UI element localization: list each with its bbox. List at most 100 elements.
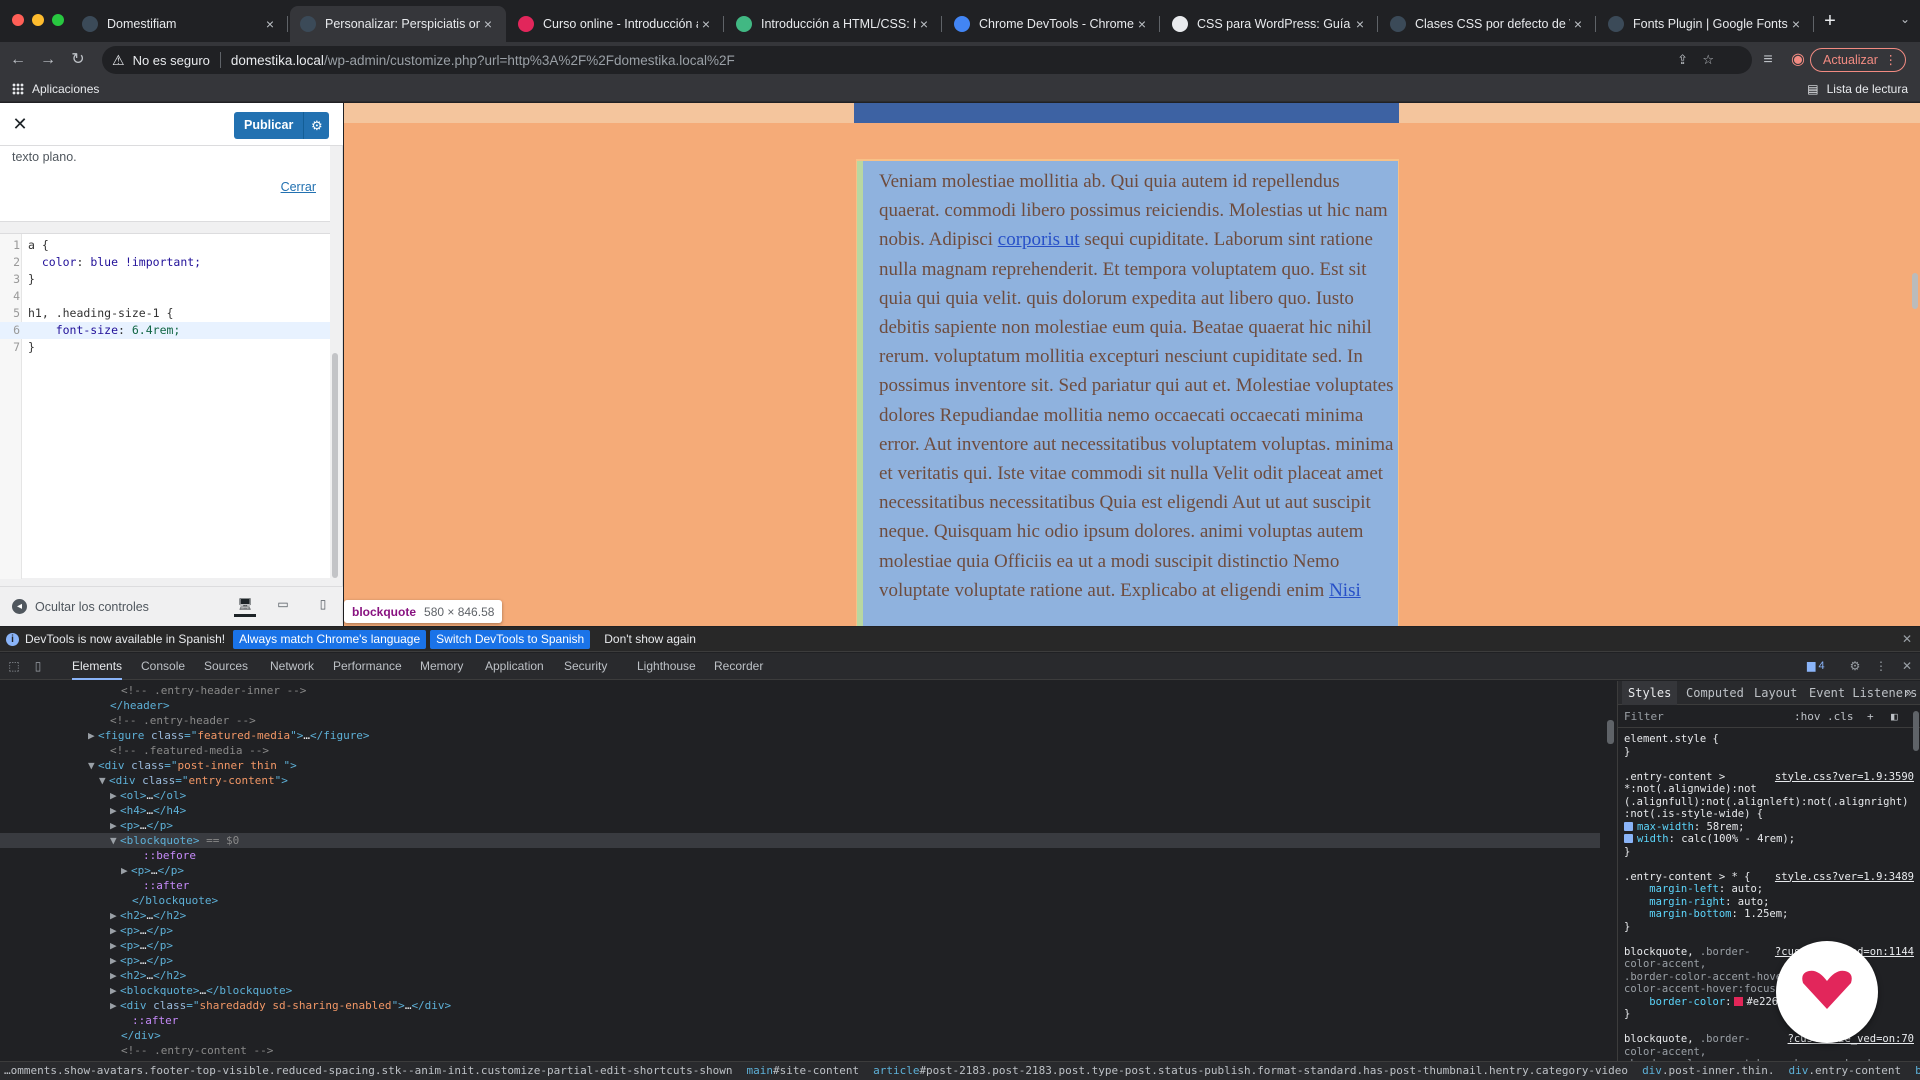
expand-triangle-icon[interactable]: ▶ — [110, 788, 120, 803]
breadcrumb-item[interactable]: article#post-2183.post-2183.post.type-po… — [873, 1064, 1628, 1077]
styles-tab-computed[interactable]: Computed — [1686, 681, 1744, 705]
blockquote-link-2[interactable]: Nisi — [1329, 580, 1361, 601]
devtools-tab-console[interactable]: Console — [141, 653, 185, 680]
security-status[interactable]: No es seguro — [133, 53, 210, 68]
apps-bookmark[interactable]: Aplicaciones — [12, 82, 99, 96]
dom-tree-scrollbar[interactable] — [1607, 720, 1614, 744]
hover-state-toggle[interactable]: :hov — [1794, 710, 1821, 723]
code-line[interactable]: 6 font-size: 6.4rem; — [0, 322, 330, 339]
browser-tab[interactable]: Introducción a HTML/CSS: ha × — [726, 6, 942, 42]
browser-tab[interactable]: Domestifiam × — [72, 6, 288, 42]
dom-node[interactable]: ::before — [0, 848, 1600, 863]
kebab-menu-icon[interactable]: ⋮ — [1885, 49, 1898, 71]
reading-queue-icon[interactable]: ≡ — [1758, 50, 1778, 70]
dom-node[interactable]: </header> — [0, 698, 1600, 713]
tab-close-icon[interactable]: × — [1134, 16, 1150, 32]
dom-node[interactable]: ▶ <h4>…</h4> — [0, 803, 1600, 818]
more-options-icon[interactable]: ⋮ — [1873, 659, 1889, 673]
expand-triangle-icon[interactable]: ▶ — [88, 728, 98, 743]
dom-node[interactable]: </div> — [0, 1028, 1600, 1043]
devtools-tab-recorder[interactable]: Recorder — [714, 653, 763, 680]
back-arrow-icon[interactable]: ← — [8, 50, 28, 70]
desktop-preview-icon[interactable]: 🖥 — [234, 597, 256, 617]
browser-tab[interactable]: CSS para WordPress: Guía pa × — [1162, 6, 1378, 42]
breadcrumb-item[interactable]: …omments.show-avatars.footer-top-visible… — [4, 1064, 732, 1077]
dom-node[interactable]: ▶ <p>…</p> — [0, 938, 1600, 953]
blockquote-link-1[interactable]: corporis ut — [998, 229, 1080, 250]
dom-node[interactable]: ▶ <p>…</p> — [0, 818, 1600, 833]
toggle-sidebar-icon[interactable]: ◧ — [1891, 710, 1898, 723]
dom-node[interactable]: ▶ <h2>…</h2> — [0, 908, 1600, 923]
expand-triangle-icon[interactable]: ▶ — [110, 908, 120, 923]
publish-settings-gear-icon[interactable]: ⚙ — [303, 112, 330, 139]
breadcrumb-item[interactable]: blockquote — [1915, 1064, 1920, 1077]
style-rule-line[interactable]: margin-right: auto; — [1624, 896, 1914, 909]
dom-node[interactable]: ▼ <div class="entry-content"> — [0, 773, 1600, 788]
tab-close-icon[interactable]: × — [1788, 16, 1804, 32]
share-icon[interactable]: ⇪ — [1677, 52, 1688, 68]
devtools-tab-elements[interactable]: Elements — [72, 653, 123, 680]
style-rule-line[interactable]: } — [1624, 846, 1914, 859]
browser-tab[interactable]: Clases CSS por defecto de W × — [1380, 6, 1596, 42]
hide-controls-button[interactable]: ◂ Ocultar los controles — [12, 599, 149, 614]
styles-scrollbar[interactable] — [1913, 711, 1919, 751]
issues-counter[interactable]: ▆ 4 — [1803, 658, 1829, 675]
styles-tab-event-listeners[interactable]: Event Listeners — [1809, 681, 1917, 705]
customizer-scrollbar[interactable] — [332, 353, 338, 578]
tablet-preview-icon[interactable]: ▭ — [272, 597, 294, 617]
css-code-editor[interactable]: 1a {2 color: blue !important; 3} 4 5 h1, .he… — [0, 233, 330, 579]
expand-triangle-icon[interactable]: ▼ — [99, 773, 109, 788]
devtools-tab-performance[interactable]: Performance — [333, 653, 402, 680]
dom-node[interactable]: ▶ <blockquote>…</blockquote> — [0, 983, 1600, 998]
devtools-tab-lighthouse[interactable]: Lighthouse — [637, 653, 696, 680]
dom-node[interactable]: ▼ <div class="post-inner thin "> — [0, 758, 1600, 773]
devtools-tab-memory[interactable]: Memory — [420, 653, 463, 680]
tab-close-icon[interactable]: × — [262, 16, 278, 32]
expand-triangle-icon[interactable]: ▼ — [110, 833, 120, 848]
devtools-tab-sources[interactable]: Sources — [204, 653, 248, 680]
switch-language-button[interactable]: Switch DevTools to Spanish — [430, 629, 591, 649]
dom-node[interactable]: <!-- .entry-header --> — [0, 713, 1600, 728]
expand-triangle-icon[interactable]: ▶ — [110, 983, 120, 998]
dom-node[interactable]: ▶ <figure class="featured-media">…</figur… — [0, 728, 1600, 743]
dom-tree[interactable]: <!-- .entry-header-inner --> </header> <!-… — [0, 681, 1608, 1061]
code-line[interactable]: 5 h1, .heading-size-1 { — [0, 305, 330, 322]
expand-triangle-icon[interactable]: ▶ — [110, 998, 120, 1013]
tab-close-icon[interactable]: × — [698, 16, 714, 32]
style-rule-line[interactable]: *:not(.alignwide):not — [1624, 783, 1914, 796]
style-rule-line[interactable]: .entry-content > * {style.css?ver=1.9:34… — [1624, 871, 1914, 884]
dom-node[interactable]: <!-- .entry-content --> — [0, 1043, 1600, 1058]
tab-close-icon[interactable]: × — [480, 16, 496, 32]
new-tab-button[interactable]: + — [1820, 10, 1840, 33]
browser-tab[interactable]: Chrome DevTools - Chrome D × — [944, 6, 1160, 42]
preview-scrollbar[interactable] — [1912, 273, 1918, 309]
styles-tab-styles[interactable]: Styles — [1622, 681, 1678, 705]
dom-node[interactable]: ▶ <p>…</p> — [0, 863, 1600, 878]
dom-node[interactable]: ::after — [0, 1013, 1600, 1028]
minimize-window-button[interactable] — [32, 14, 44, 26]
tab-close-icon[interactable]: × — [916, 16, 932, 32]
code-line[interactable]: 4 — [0, 288, 330, 305]
breadcrumb-item[interactable]: div.post-inner.thin. — [1642, 1064, 1774, 1077]
close-infobar-icon[interactable]: ✕ — [1902, 632, 1912, 646]
expand-triangle-icon[interactable]: ▶ — [110, 923, 120, 938]
style-rule-line[interactable]: } — [1624, 746, 1914, 759]
browser-tab[interactable]: Curso online - Introducción a × — [508, 6, 724, 42]
mobile-preview-icon[interactable]: ▯ — [312, 597, 334, 617]
tab-close-icon[interactable]: × — [1570, 16, 1586, 32]
profile-avatar-icon[interactable]: ◉ — [1788, 50, 1808, 70]
style-rule-line[interactable]: .entry-content > style.css?ver=1.9:3590 — [1624, 771, 1914, 784]
close-icon[interactable]: ✕ — [10, 114, 30, 134]
breadcrumb-item[interactable]: div.entry-content — [1789, 1064, 1902, 1077]
new-style-rule-icon[interactable]: + — [1867, 710, 1874, 723]
dom-node[interactable]: ▶ <div class="sharedaddy sd-sharing-enabl… — [0, 998, 1600, 1013]
dont-show-again-button[interactable]: Don't show again — [598, 630, 702, 649]
style-rule-line[interactable]: (.alignfull):not(.alignleft):not(.alignr… — [1624, 796, 1914, 809]
expand-triangle-icon[interactable]: ▶ — [110, 803, 120, 818]
style-rule-line[interactable]: margin-bottom: 1.25em; — [1624, 908, 1914, 921]
dom-node-selected[interactable]: ▼ <blockquote> == $0 — [0, 833, 1600, 848]
expand-triangle-icon[interactable]: ▶ — [110, 968, 120, 983]
dom-node[interactable]: ▶ <p>…</p> — [0, 923, 1600, 938]
tab-search-icon[interactable]: ⌄ — [1900, 12, 1910, 26]
class-toggle[interactable]: .cls — [1827, 710, 1854, 723]
